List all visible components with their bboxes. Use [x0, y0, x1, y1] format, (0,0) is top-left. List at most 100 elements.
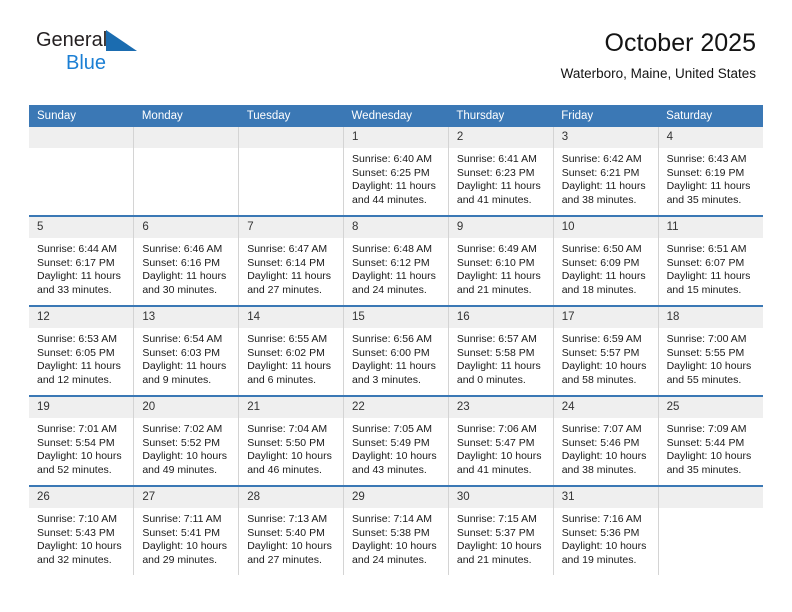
day-number: 26 — [29, 487, 134, 508]
day-number: 1 — [344, 127, 448, 148]
sunset-text: Sunset: 5:41 PM — [142, 526, 220, 539]
sunset-text: Sunset: 6:25 PM — [352, 166, 430, 179]
calendar-day-cell[interactable]: 11 Sunrise: 6:51 AM Sunset: 6:07 PM Dayligh… — [657, 215, 763, 306]
weekday-header-tuesday: Tuesday — [238, 105, 344, 127]
sunrise-text: Sunrise: 6:53 AM — [37, 333, 117, 345]
day-details: Sunrise: 6:53 AM Sunset: 6:05 PM Daylight:… — [29, 328, 133, 387]
calendar-day-cell[interactable]: 5 Sunrise: 6:44 AM Sunset: 6:17 PM Daylight… — [29, 215, 134, 306]
sunset-text: Sunset: 6:07 PM — [666, 256, 745, 269]
sunset-text: Sunset: 6:23 PM — [456, 166, 535, 179]
calendar-day-cell[interactable]: 4 Sunrise: 6:43 AM Sunset: 6:19 PM Daylight… — [657, 127, 763, 216]
sunset-text: Sunset: 5:36 PM — [561, 526, 640, 539]
sunrise-text: Sunrise: 6:41 AM — [456, 153, 537, 165]
weekday-header-monday: Monday — [133, 105, 239, 127]
calendar-day-cell[interactable]: 26 Sunrise: 7:10 AM Sunset: 5:43 PM Dayligh… — [29, 485, 134, 575]
calendar-day-cell[interactable]: 27 Sunrise: 7:11 AM Sunset: 5:41 PM Dayligh… — [133, 485, 239, 575]
calendar-day-cell[interactable]: 12 Sunrise: 6:53 AM Sunset: 6:05 PM Dayligh… — [29, 305, 134, 396]
calendar-day-cell[interactable]: 30 Sunrise: 7:15 AM Sunset: 5:37 PM Dayligh… — [447, 485, 554, 575]
daylight-text-line1: Daylight: 10 hours — [561, 450, 647, 463]
day-number: 22 — [344, 397, 448, 418]
day-number: 24 — [553, 397, 658, 418]
daylight-text-line1: Daylight: 10 hours — [247, 540, 332, 553]
calendar-day-cell[interactable]: 15 Sunrise: 6:56 AM Sunset: 6:00 PM Dayligh… — [343, 305, 449, 396]
calendar-week-row: 5 Sunrise: 6:44 AM Sunset: 6:17 PM Daylight… — [29, 215, 763, 306]
sunrise-text: Sunrise: 7:06 AM — [456, 423, 537, 435]
daylight-text-line1: Daylight: 11 hours — [456, 180, 541, 193]
day-details: Sunrise: 6:49 AM Sunset: 6:10 PM Daylight:… — [449, 238, 553, 297]
calendar-day-cell[interactable]: 18 Sunrise: 7:00 AM Sunset: 5:55 PM Dayligh… — [657, 305, 763, 396]
sunset-text: Sunset: 5:40 PM — [247, 526, 325, 539]
daylight-text-line2: and 58 minutes. — [561, 373, 637, 386]
sunrise-text: Sunrise: 7:15 AM — [456, 513, 537, 525]
calendar-day-cell[interactable]: 28 Sunrise: 7:13 AM Sunset: 5:40 PM Dayligh… — [238, 485, 344, 575]
sunrise-text: Sunrise: 6:51 AM — [666, 243, 747, 255]
calendar-day-cell[interactable]: 9 Sunrise: 6:49 AM Sunset: 6:10 PM Daylight… — [447, 215, 554, 306]
calendar-body: 1 Sunrise: 6:40 AM Sunset: 6:25 PM Daylight… — [29, 127, 763, 575]
sunset-text: Sunset: 6:21 PM — [561, 166, 640, 179]
sunrise-text: Sunrise: 7:04 AM — [247, 423, 328, 435]
logo-text-general-row: General — [36, 30, 138, 52]
calendar-day-cell[interactable]: 19 Sunrise: 7:01 AM Sunset: 5:54 PM Dayligh… — [29, 395, 134, 486]
day-number: 20 — [134, 397, 239, 418]
calendar-day-cell[interactable]: 3 Sunrise: 6:42 AM Sunset: 6:21 PM Daylight… — [552, 127, 659, 216]
daylight-text-line1: Daylight: 10 hours — [456, 540, 542, 553]
daylight-text-line1: Daylight: 11 hours — [666, 180, 751, 193]
calendar-day-cell[interactable]: 24 Sunrise: 7:07 AM Sunset: 5:46 PM Dayligh… — [552, 395, 659, 486]
sunset-text: Sunset: 6:14 PM — [247, 256, 325, 269]
calendar-day-cell[interactable]: 1 Sunrise: 6:40 AM Sunset: 6:25 PM Daylight… — [343, 127, 449, 216]
daylight-text-line1: Daylight: 11 hours — [561, 270, 646, 283]
day-details: Sunrise: 7:13 AM Sunset: 5:40 PM Daylight:… — [239, 508, 343, 567]
calendar-day-cell[interactable]: 23 Sunrise: 7:06 AM Sunset: 5:47 PM Dayligh… — [447, 395, 554, 486]
calendar-day-cell[interactable]: 31 Sunrise: 7:16 AM Sunset: 5:36 PM Dayligh… — [552, 485, 659, 575]
daylight-text-line2: and 52 minutes. — [37, 463, 112, 476]
day-number: 15 — [344, 307, 448, 328]
daylight-text-line1: Daylight: 10 hours — [666, 360, 752, 373]
day-details: Sunrise: 7:16 AM Sunset: 5:36 PM Daylight:… — [554, 508, 658, 567]
calendar-header-row: Sunday Monday Tuesday Wednesday Thursday… — [29, 105, 763, 127]
daylight-text-line1: Daylight: 11 hours — [456, 360, 541, 373]
calendar-day-cell[interactable]: 10 Sunrise: 6:50 AM Sunset: 6:09 PM Dayligh… — [552, 215, 659, 306]
day-details: Sunrise: 7:09 AM Sunset: 5:44 PM Daylight:… — [659, 418, 763, 477]
daylight-text-line2: and 21 minutes. — [456, 283, 532, 296]
calendar-day-cell[interactable]: 8 Sunrise: 6:48 AM Sunset: 6:12 PM Daylight… — [343, 215, 449, 306]
sunset-text: Sunset: 6:03 PM — [142, 346, 220, 359]
calendar-day-cell[interactable]: 2 Sunrise: 6:41 AM Sunset: 6:23 PM Daylight… — [447, 127, 554, 216]
day-details: Sunrise: 6:48 AM Sunset: 6:12 PM Daylight:… — [344, 238, 448, 297]
day-number: 28 — [239, 487, 344, 508]
sunset-text: Sunset: 5:38 PM — [352, 526, 430, 539]
calendar-day-cell[interactable]: 6 Sunrise: 6:46 AM Sunset: 6:16 PM Daylight… — [133, 215, 239, 306]
daylight-text-line1: Daylight: 11 hours — [37, 270, 121, 283]
calendar-day-cell[interactable]: 29 Sunrise: 7:14 AM Sunset: 5:38 PM Dayligh… — [343, 485, 449, 575]
calendar-day-cell[interactable]: 25 Sunrise: 7:09 AM Sunset: 5:44 PM Dayligh… — [657, 395, 763, 486]
generalblue-logo[interactable]: General Blue — [36, 30, 138, 75]
daylight-text-line2: and 55 minutes. — [666, 373, 742, 386]
calendar-day-cell[interactable]: 17 Sunrise: 6:59 AM Sunset: 5:57 PM Dayligh… — [552, 305, 659, 396]
page-title: October 2025 — [604, 29, 757, 57]
weekday-header-saturday: Saturday — [658, 105, 763, 127]
daylight-text-line1: Daylight: 10 hours — [352, 450, 437, 463]
daylight-text-line2: and 29 minutes. — [142, 553, 218, 566]
daylight-text-line1: Daylight: 10 hours — [456, 450, 542, 463]
calendar-day-cell[interactable]: 22 Sunrise: 7:05 AM Sunset: 5:49 PM Dayligh… — [343, 395, 449, 486]
day-number: 9 — [448, 217, 553, 238]
sunset-text: Sunset: 5:50 PM — [247, 436, 325, 449]
calendar-day-cell[interactable]: 21 Sunrise: 7:04 AM Sunset: 5:50 PM Dayligh… — [238, 395, 344, 486]
day-details: Sunrise: 6:51 AM Sunset: 6:07 PM Daylight:… — [659, 238, 763, 297]
daylight-text-line1: Daylight: 10 hours — [352, 540, 437, 553]
calendar-day-cell[interactable]: 13 Sunrise: 6:54 AM Sunset: 6:03 PM Dayligh… — [133, 305, 239, 396]
daylight-text-line1: Daylight: 11 hours — [142, 360, 227, 373]
calendar-day-cell[interactable]: 7 Sunrise: 6:47 AM Sunset: 6:14 PM Daylight… — [238, 215, 344, 306]
daylight-text-line2: and 41 minutes. — [456, 463, 532, 476]
daylight-text-line2: and 32 minutes. — [37, 553, 112, 566]
calendar-day-cell[interactable]: 16 Sunrise: 6:57 AM Sunset: 5:58 PM Dayligh… — [447, 305, 554, 396]
sunset-text: Sunset: 5:44 PM — [666, 436, 745, 449]
sunrise-text: Sunrise: 7:07 AM — [561, 423, 642, 435]
day-details: Sunrise: 7:07 AM Sunset: 5:46 PM Daylight:… — [554, 418, 658, 477]
daylight-text-line1: Daylight: 11 hours — [352, 270, 436, 283]
daylight-text-line1: Daylight: 11 hours — [142, 270, 227, 283]
daylight-text-line1: Daylight: 11 hours — [561, 180, 646, 193]
day-number: 6 — [134, 217, 239, 238]
daylight-text-line1: Daylight: 11 hours — [247, 360, 332, 373]
calendar-day-cell[interactable]: 14 Sunrise: 6:55 AM Sunset: 6:02 PM Dayligh… — [238, 305, 344, 396]
calendar-day-cell[interactable]: 20 Sunrise: 7:02 AM Sunset: 5:52 PM Dayligh… — [133, 395, 239, 486]
